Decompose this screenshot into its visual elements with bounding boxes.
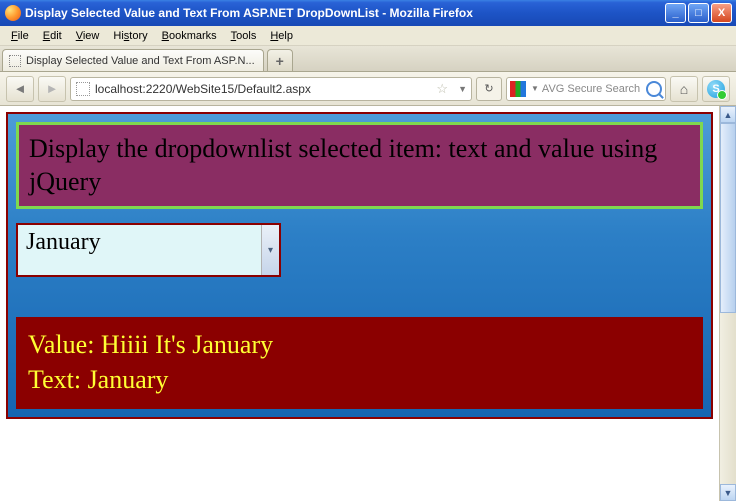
result-text-line: Text: January bbox=[28, 362, 691, 397]
menu-history[interactable]: History bbox=[106, 28, 154, 44]
tab-favicon-placeholder bbox=[9, 55, 21, 67]
result-panel: Value: Hiiii It's January Text: January bbox=[16, 317, 703, 409]
menu-help[interactable]: Help bbox=[263, 28, 300, 44]
menu-tools[interactable]: Tools bbox=[224, 28, 264, 44]
minimize-button[interactable]: _ bbox=[665, 3, 686, 23]
forward-button[interactable]: ► bbox=[38, 76, 66, 102]
menu-edit[interactable]: Edit bbox=[36, 28, 69, 44]
search-bar[interactable]: ▼ AVG Secure Search bbox=[506, 77, 666, 101]
navigation-toolbar: ◄ ► ☆ ▼ ↻ ▼ AVG Secure Search ⌂ S bbox=[0, 72, 736, 106]
month-dropdown[interactable]: January ▾ bbox=[16, 223, 281, 277]
maximize-button[interactable]: □ bbox=[688, 3, 709, 23]
result-text: January bbox=[88, 365, 169, 394]
result-value-line: Value: Hiiii It's January bbox=[28, 327, 691, 362]
result-value: Hiiii It's January bbox=[101, 330, 273, 359]
home-button[interactable]: ⌂ bbox=[670, 76, 698, 102]
site-identity-icon[interactable] bbox=[76, 82, 90, 96]
window-titlebar: Display Selected Value and Text From ASP… bbox=[0, 0, 736, 26]
scroll-track[interactable] bbox=[720, 123, 736, 484]
firefox-icon bbox=[5, 5, 21, 21]
tab-label: Display Selected Value and Text From ASP… bbox=[26, 55, 255, 67]
reload-button[interactable]: ↻ bbox=[476, 77, 502, 101]
new-tab-button[interactable]: + bbox=[267, 49, 293, 71]
tab-strip: Display Selected Value and Text From ASP… bbox=[0, 46, 736, 72]
browser-tab[interactable]: Display Selected Value and Text From ASP… bbox=[2, 49, 264, 71]
result-text-label: Text: bbox=[28, 365, 81, 394]
scroll-thumb[interactable] bbox=[720, 123, 736, 313]
menu-bookmarks[interactable]: Bookmarks bbox=[155, 28, 224, 44]
skype-icon: S bbox=[707, 80, 725, 98]
search-go-icon[interactable] bbox=[646, 81, 662, 97]
vertical-scrollbar[interactable]: ▲ ▼ bbox=[719, 106, 736, 501]
scroll-up-button[interactable]: ▲ bbox=[720, 106, 736, 123]
back-button[interactable]: ◄ bbox=[6, 76, 34, 102]
url-input[interactable] bbox=[95, 82, 430, 96]
dropdown-row: January ▾ bbox=[16, 223, 703, 277]
menu-bar: File Edit View History Bookmarks Tools H… bbox=[0, 26, 736, 46]
home-icon: ⌂ bbox=[680, 81, 688, 97]
dropdown-selected-text: January bbox=[18, 225, 261, 275]
address-bar[interactable]: ☆ ▼ bbox=[70, 77, 472, 101]
address-dropdown-icon[interactable]: ▼ bbox=[458, 84, 467, 94]
page-heading: Display the dropdownlist selected item: … bbox=[16, 122, 703, 209]
menu-file[interactable]: File bbox=[4, 28, 36, 44]
search-dropdown-icon[interactable]: ▼ bbox=[531, 84, 539, 93]
bookmark-star-icon[interactable]: ☆ bbox=[436, 81, 448, 97]
browser-viewport: Display the dropdownlist selected item: … bbox=[0, 106, 736, 501]
dropdown-arrow-icon[interactable]: ▾ bbox=[261, 225, 279, 275]
menu-view[interactable]: View bbox=[69, 28, 107, 44]
window-title: Display Selected Value and Text From ASP… bbox=[25, 6, 665, 20]
content-panel: Display the dropdownlist selected item: … bbox=[6, 112, 713, 419]
skype-button[interactable]: S bbox=[702, 76, 730, 102]
result-value-label: Value: bbox=[28, 330, 94, 359]
search-placeholder: AVG Secure Search bbox=[542, 83, 646, 95]
avg-search-icon bbox=[510, 81, 526, 97]
close-button[interactable]: X bbox=[711, 3, 732, 23]
page-content: Display the dropdownlist selected item: … bbox=[0, 106, 719, 501]
scroll-down-button[interactable]: ▼ bbox=[720, 484, 736, 501]
